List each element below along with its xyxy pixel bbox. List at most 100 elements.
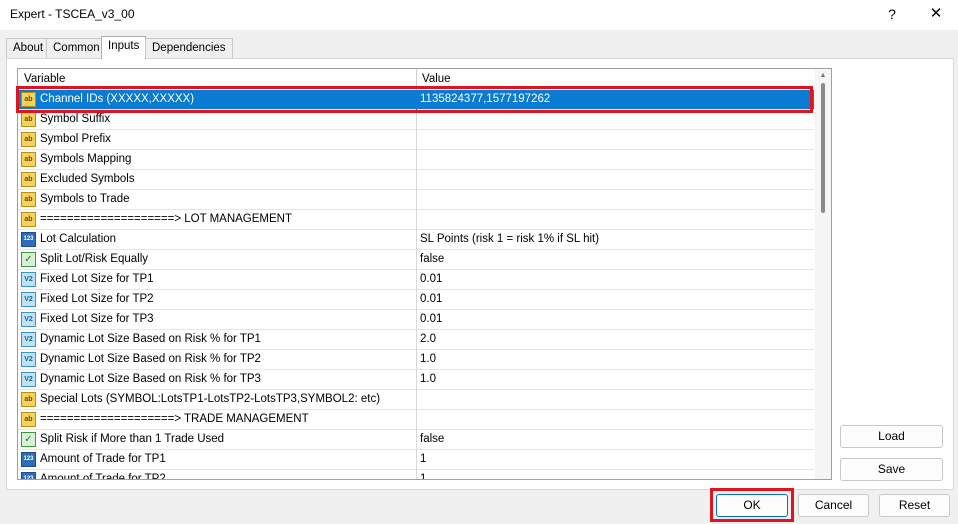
ab-string-icon: ab	[21, 172, 36, 187]
table-row[interactable]: ab Symbol Prefix	[18, 130, 814, 150]
row-value[interactable]: 1	[420, 453, 426, 465]
table-row[interactable]: V2 Dynamic Lot Size Based on Risk % for T…	[18, 350, 814, 370]
column-divider	[416, 210, 417, 230]
table-row[interactable]: ✓ Split Risk if More than 1 Trade Used fal…	[18, 430, 814, 450]
column-divider	[416, 370, 417, 390]
table-row[interactable]: ab Symbol Suffix	[18, 110, 814, 130]
column-divider	[416, 330, 417, 350]
row-variable-name: Dynamic Lot Size Based on Risk % for TP2	[40, 353, 261, 365]
row-value[interactable]: 1	[420, 473, 426, 479]
window-title: Expert - TSCEA_v3_00	[10, 7, 135, 21]
tab-inputs[interactable]: Inputs	[101, 36, 147, 59]
row-variable-name: Split Risk if More than 1 Trade Used	[40, 433, 225, 445]
column-divider	[416, 290, 417, 310]
table-row[interactable]: 123 Amount of Trade for TP1 1	[18, 450, 814, 470]
table-row[interactable]: ab Symbols Mapping	[18, 150, 814, 170]
integer-icon: 123	[21, 452, 36, 467]
row-variable-name: Fixed Lot Size for TP2	[40, 293, 154, 305]
row-variable-name: Symbols Mapping	[40, 153, 132, 165]
column-divider	[416, 470, 417, 479]
tab-common[interactable]: Common	[46, 38, 107, 58]
ab-string-icon: ab	[21, 112, 36, 127]
table-row[interactable]: V2 Dynamic Lot Size Based on Risk % for T…	[18, 370, 814, 390]
row-variable-name: ====================> TRADE MANAGEMENT	[40, 413, 309, 425]
header-variable[interactable]: Variable	[24, 73, 65, 85]
table-row[interactable]: V2 Dynamic Lot Size Based on Risk % for T…	[18, 330, 814, 350]
table-row[interactable]: V2 Fixed Lot Size for TP1 0.01	[18, 270, 814, 290]
row-variable-name: Special Lots (SYMBOL:LotsTP1-LotsTP2-Lot…	[40, 393, 381, 405]
inputs-grid[interactable]: Variable Value ab Channel IDs (XXXXX,XXXX…	[17, 68, 832, 480]
scrollbar-thumb[interactable]	[821, 83, 825, 213]
double-value-icon: V2	[21, 332, 36, 347]
ab-string-icon: ab	[21, 412, 36, 427]
row-value[interactable]: 0.01	[420, 293, 442, 305]
ab-string-icon: ab	[21, 132, 36, 147]
row-variable-name: Fixed Lot Size for TP3	[40, 313, 154, 325]
row-variable-name: Fixed Lot Size for TP1	[40, 273, 154, 285]
header-value[interactable]: Value	[422, 73, 451, 85]
row-value[interactable]: 2.0	[420, 333, 436, 345]
table-row[interactable]: ab Excluded Symbols	[18, 170, 814, 190]
integer-icon: 123	[21, 472, 36, 479]
ab-string-icon: ab	[21, 192, 36, 207]
column-divider	[416, 390, 417, 410]
vertical-scrollbar[interactable]: ▲	[815, 69, 831, 479]
row-value[interactable]: 0.01	[420, 273, 442, 285]
scroll-up-arrow-icon[interactable]: ▲	[818, 71, 828, 81]
column-divider	[416, 230, 417, 250]
table-row[interactable]: V2 Fixed Lot Size for TP3 0.01	[18, 310, 814, 330]
column-divider	[416, 350, 417, 370]
integer-icon: 123	[21, 232, 36, 247]
row-variable-name: ====================> LOT MANAGEMENT	[40, 213, 293, 225]
row-variable-name: Amount of Trade for TP1	[40, 453, 166, 465]
table-row[interactable]: ab Symbols to Trade	[18, 190, 814, 210]
row-value[interactable]: 1.0	[420, 353, 436, 365]
ab-string-icon: ab	[21, 392, 36, 407]
help-button[interactable]: ?	[878, 3, 906, 25]
table-row[interactable]: ab ====================> TRADE MANAGEMENT	[18, 410, 814, 430]
row-variable-name: Dynamic Lot Size Based on Risk % for TP3	[40, 373, 261, 385]
reset-button[interactable]: Reset	[879, 494, 950, 517]
tab-about[interactable]: About	[6, 38, 51, 58]
close-button[interactable]: ✕	[922, 3, 950, 25]
column-divider	[416, 310, 417, 330]
column-divider	[416, 430, 417, 450]
row-value[interactable]: false	[420, 253, 444, 265]
row-variable-name: Symbol Suffix	[40, 113, 111, 125]
cancel-button[interactable]: Cancel	[798, 494, 869, 517]
column-divider	[416, 270, 417, 290]
load-button[interactable]: Load	[840, 425, 943, 448]
column-divider	[416, 450, 417, 470]
ab-string-icon: ab	[21, 212, 36, 227]
column-divider	[416, 170, 417, 190]
column-divider	[416, 250, 417, 270]
row-value[interactable]: 1.0	[420, 373, 436, 385]
column-divider	[416, 410, 417, 430]
ab-string-icon: ab	[21, 152, 36, 167]
column-divider	[416, 110, 417, 130]
double-value-icon: V2	[21, 272, 36, 287]
table-row[interactable]: V2 Fixed Lot Size for TP2 0.01	[18, 290, 814, 310]
column-divider	[416, 190, 417, 210]
row-variable-name: Excluded Symbols	[40, 173, 135, 185]
row-value[interactable]: false	[420, 433, 444, 445]
row-value[interactable]: SL Points (risk 1 = risk 1% if SL hit)	[420, 233, 599, 245]
boolean-icon: ✓	[21, 432, 36, 447]
row-value[interactable]: 0.01	[420, 313, 442, 325]
column-divider	[416, 150, 417, 170]
row-variable-name: Symbols to Trade	[40, 193, 130, 205]
table-row[interactable]: ab Special Lots (SYMBOL:LotsTP1-LotsTP2-L…	[18, 390, 814, 410]
title-bar: Expert - TSCEA_v3_00 ? ✕	[0, 0, 958, 30]
highlight-selected-row	[16, 86, 813, 113]
double-value-icon: V2	[21, 352, 36, 367]
table-row[interactable]: ✓ Split Lot/Risk Equally false	[18, 250, 814, 270]
column-divider	[416, 130, 417, 150]
table-row[interactable]: 123 Amount of Trade for TP2 1	[18, 470, 814, 479]
table-row[interactable]: ab ====================> LOT MANAGEMENT	[18, 210, 814, 230]
save-button[interactable]: Save	[840, 458, 943, 481]
table-row[interactable]: 123 Lot Calculation SL Points (risk 1 = ri…	[18, 230, 814, 250]
row-variable-name: Lot Calculation	[40, 233, 117, 245]
double-value-icon: V2	[21, 312, 36, 327]
tab-dependencies[interactable]: Dependencies	[145, 38, 233, 58]
boolean-icon: ✓	[21, 252, 36, 267]
